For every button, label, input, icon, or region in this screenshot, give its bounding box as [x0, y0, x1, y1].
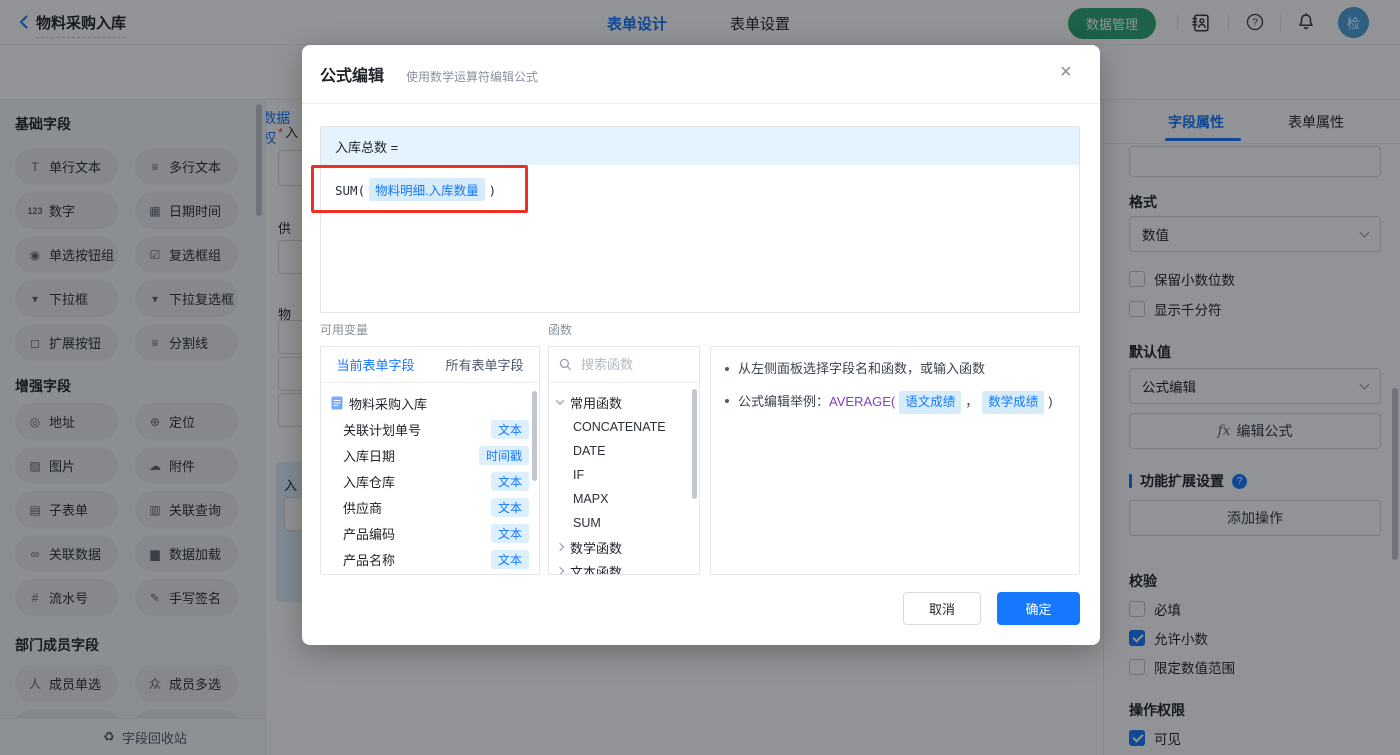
variables-scrollbar[interactable]: [532, 391, 537, 481]
field-token[interactable]: 物料明细.入库数量: [369, 178, 485, 201]
variables-tree: 物料采购入库 关联计划单号 文本 入库日期 时间戳 入库仓库 文本 供应商 文本 产品编…: [321, 383, 539, 572]
function-item[interactable]: CONCATENATE: [549, 415, 699, 439]
function-search-input[interactable]: [579, 356, 679, 373]
example-function-name: AVERAGE(: [829, 394, 896, 409]
type-badge: 时间戳: [478, 445, 529, 465]
chevron-right-icon: [555, 566, 565, 574]
type-badge: 文本: [490, 523, 529, 543]
example-field-token: 数学成绩: [982, 391, 1045, 414]
type-badge: 文本: [490, 549, 529, 569]
bullet: [725, 399, 729, 403]
variable-row[interactable]: 入库仓库 文本: [321, 468, 539, 494]
function-group-math[interactable]: 数学函数: [549, 535, 699, 559]
function-item[interactable]: MAPX: [549, 487, 699, 511]
chevron-down-icon: [555, 396, 565, 405]
formula-close-paren: ): [488, 183, 497, 198]
variables-label: 可用变量: [320, 323, 369, 337]
variable-row[interactable]: 关联计划单号 文本: [321, 416, 539, 442]
tab-all-form-fields[interactable]: 所有表单字段: [430, 347, 539, 382]
example-field-token: 语文成绩: [899, 391, 962, 414]
function-item[interactable]: SUM: [549, 511, 699, 535]
formula-function: SUM(: [335, 183, 366, 198]
functions-panel: 常用函数 CONCATENATE DATE IF MAPX SUM 数学函数 文…: [548, 346, 700, 575]
variable-row[interactable]: 入库日期 时间戳: [321, 442, 539, 468]
formula-target-bar: 入库总数 =: [321, 127, 1079, 165]
chevron-right-icon: [555, 542, 565, 552]
variables-panel: 当前表单字段 所有表单字段 物料采购入库 关联计划单号 文本 入库日期 时间戳 入库…: [320, 346, 540, 575]
type-badge: 文本: [490, 497, 529, 517]
formula-expression[interactable]: SUM(物料明细.入库数量): [321, 165, 1079, 214]
help-line-1: 从左侧面板选择字段名和函数，或输入函数: [723, 359, 1067, 378]
variable-row[interactable]: 产品编码 文本: [321, 520, 539, 546]
variables-tabs: 当前表单字段 所有表单字段: [321, 347, 539, 383]
divider: [302, 103, 1100, 104]
formula-editor[interactable]: 入库总数 = SUM(物料明细.入库数量): [320, 126, 1080, 313]
functions-label: 函数: [548, 323, 573, 337]
cancel-button[interactable]: 取消: [903, 592, 981, 625]
formula-editor-modal: 公式编辑 使用数学运算符编辑公式 × 入库总数 = SUM(物料明细.入库数量)…: [302, 45, 1100, 645]
search-icon: [559, 358, 572, 371]
function-item[interactable]: IF: [549, 463, 699, 487]
function-item[interactable]: DATE: [549, 439, 699, 463]
modal-subtitle: 使用数学运算符编辑公式: [406, 70, 539, 84]
bullet: [725, 367, 729, 371]
tree-root[interactable]: 物料采购入库: [321, 390, 539, 416]
type-badge: 文本: [490, 471, 529, 491]
modal-title: 公式编辑: [320, 68, 385, 85]
functions-scrollbar[interactable]: [692, 389, 697, 499]
help-panel: 从左侧面板选择字段名和函数，或输入函数 公式编辑举例：AVERAGE(语文成绩，…: [710, 346, 1080, 575]
tab-current-form-fields[interactable]: 当前表单字段: [321, 347, 430, 382]
variable-row[interactable]: 产品名称 文本: [321, 546, 539, 572]
function-group-text[interactable]: 文本函数: [549, 559, 699, 574]
help-line-2: 公式编辑举例：AVERAGE(语文成绩，数学成绩): [723, 391, 1067, 414]
function-group-common[interactable]: 常用函数: [549, 389, 699, 415]
functions-tree: 常用函数 CONCATENATE DATE IF MAPX SUM 数学函数 文…: [549, 383, 699, 574]
confirm-button[interactable]: 确定: [997, 592, 1080, 625]
variable-row[interactable]: 供应商 文本: [321, 494, 539, 520]
form-doc-icon: [331, 396, 343, 410]
close-icon[interactable]: ×: [1060, 62, 1072, 82]
type-badge: 文本: [490, 419, 529, 439]
function-search[interactable]: [549, 347, 699, 383]
